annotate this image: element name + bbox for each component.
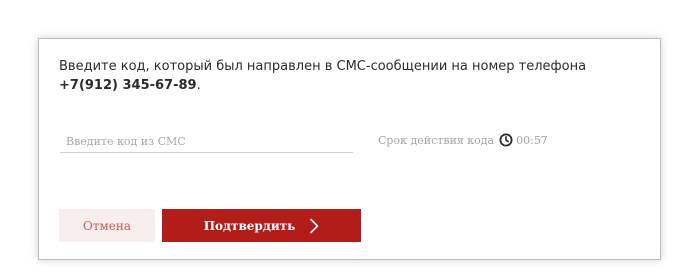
cancel-button-label: Отмена bbox=[82, 218, 132, 233]
instruction-message: Введите код, который был направлен в СМС… bbox=[59, 57, 649, 95]
sms-confirmation-dialog: Введите код, который был направлен в СМС… bbox=[38, 38, 661, 260]
timer-value: 00:57 bbox=[516, 133, 548, 147]
cancel-button[interactable]: Отмена bbox=[59, 209, 155, 242]
clock-icon bbox=[499, 133, 513, 147]
code-expiry-timer: Срок действия кода 00:57 bbox=[378, 133, 548, 147]
timer-label: Срок действия кода bbox=[378, 133, 495, 147]
sms-code-input[interactable] bbox=[60, 131, 353, 153]
confirm-button-label: Подтвердить bbox=[203, 218, 296, 233]
confirm-button[interactable]: Подтвердить bbox=[162, 209, 361, 242]
instruction-text: Введите код, который был направлен в СМС… bbox=[59, 59, 587, 74]
chevron-right-icon bbox=[309, 218, 319, 234]
phone-number: +7(912) 345-67-89 bbox=[59, 78, 197, 93]
instruction-end: . bbox=[196, 78, 201, 93]
